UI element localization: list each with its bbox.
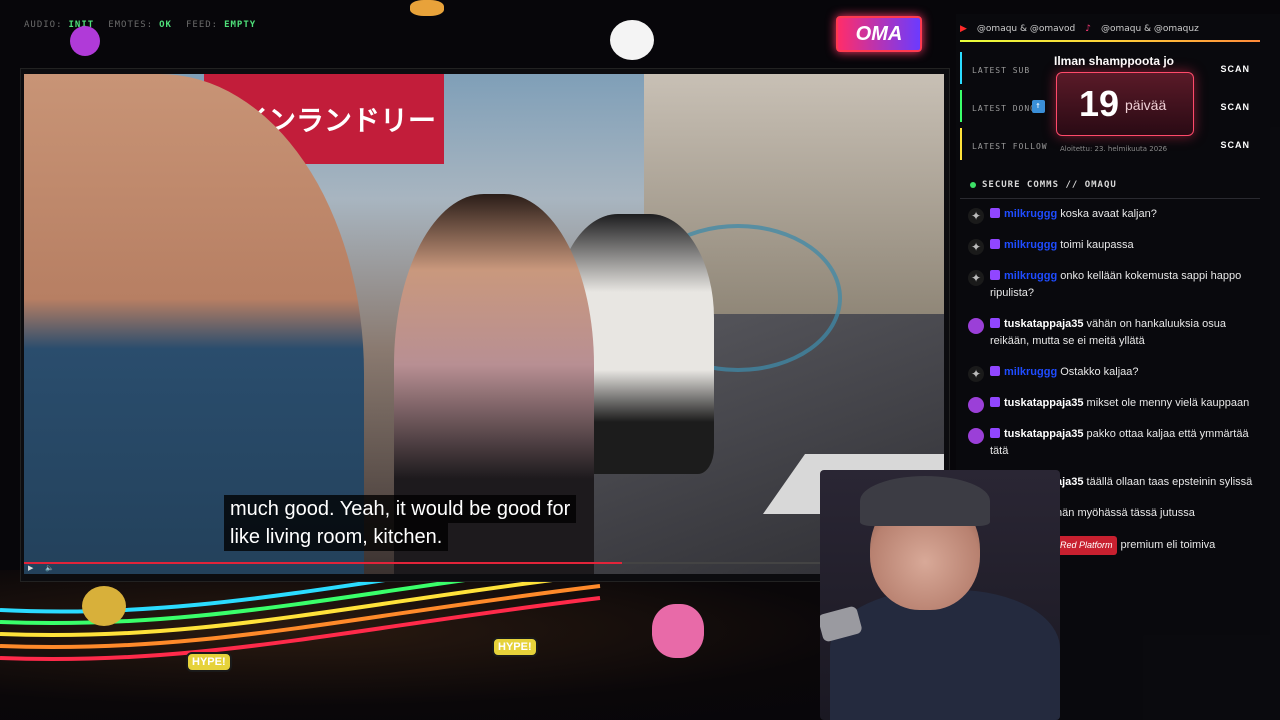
chat-message: ✦ milkruggg onko kellään kokemusta sappi … xyxy=(966,268,1256,302)
chat-text: Ostakko kaljaa? xyxy=(1060,366,1139,378)
subtitle-line-1: much good. Yeah, it would be good for xyxy=(224,495,577,523)
chat-message: tuskatappaja35 pakko ottaa kaljaa että y… xyxy=(966,426,1256,460)
star-avatar-icon: ✦ xyxy=(968,239,984,255)
video-controls: ▶ 🔈 xyxy=(24,562,944,574)
youtube-icon: ▶ xyxy=(960,24,967,34)
chat-username[interactable]: tuskatappaja35 xyxy=(1004,428,1083,440)
day-counter: 19 päivää xyxy=(1056,72,1194,136)
status-item-feed: FEED: EMPTY xyxy=(185,20,257,30)
twitch-badge-icon xyxy=(990,208,1000,218)
video-subtitles: much good. Yeah, it would be good for li… xyxy=(224,495,577,551)
latest-dono-accent xyxy=(960,90,962,122)
status-item-emotes: EMOTES: OK xyxy=(108,20,172,30)
latest-dono-label: LATEST DONO xyxy=(972,104,1036,113)
live-dot-icon xyxy=(970,182,976,188)
counter-number: 19 xyxy=(1079,83,1120,124)
chat-message: ✦ milkruggg Ostakko kaljaa? xyxy=(966,364,1256,382)
brand-logo: OMA xyxy=(836,16,922,52)
subtitle-line-2: like living room, kitchen. xyxy=(224,523,449,551)
volume-icon[interactable]: 🔈 xyxy=(45,564,54,572)
emote-pink-creature xyxy=(652,604,704,658)
chat-message: ✦ milkruggg toimi kaupassa xyxy=(966,237,1256,255)
emote-sunglasses xyxy=(82,586,126,626)
latest-follow-accent xyxy=(960,128,962,160)
chat-title: SECURE COMMS // OMAQU xyxy=(982,180,1117,190)
webcam-body xyxy=(830,590,1060,720)
chat-username[interactable]: milkruggg xyxy=(1004,239,1057,251)
video-seek-bar[interactable] xyxy=(24,562,944,564)
latest-follow-label: LATEST FOLLOW xyxy=(972,142,1048,151)
star-avatar-icon: ✦ xyxy=(968,270,984,286)
twitch-badge-icon xyxy=(990,270,1000,280)
chat-text: premium eli toimiva xyxy=(1120,539,1216,551)
latest-dono-value: SCAN xyxy=(1220,102,1250,112)
chat-platform-badge: Red Platform xyxy=(1056,536,1117,555)
emote-pixel-face xyxy=(410,0,444,16)
tiktok-icon: ♪ xyxy=(1085,24,1091,34)
play-icon[interactable]: ▶ xyxy=(28,564,33,572)
chat-username[interactable]: tuskatappaja35 xyxy=(1004,318,1083,330)
chat-header-divider xyxy=(960,198,1260,199)
chat-header: SECURE COMMS // OMAQU xyxy=(960,176,1260,199)
twitch-badge-icon xyxy=(990,366,1000,376)
chat-username[interactable]: tuskatappaja35 xyxy=(1004,397,1083,409)
ticker-item-tiktok: @omaqu & @omaquz xyxy=(1100,24,1199,34)
social-ticker: ▶ @omaqu & @omavod ♪ @omaqu & @omaquz xyxy=(960,20,1278,38)
ticker-divider xyxy=(960,40,1260,42)
star-avatar-icon: ✦ xyxy=(968,208,984,224)
user-avatar-icon xyxy=(968,318,984,334)
chat-message: tuskatappaja35 mikset ole menny vielä ka… xyxy=(966,395,1256,413)
chat-text: mikset ole menny vielä kauppaan xyxy=(1086,397,1250,409)
streamer-webcam xyxy=(820,470,1060,720)
emote-laughing xyxy=(610,20,654,60)
emote-hype-1: HYPE! xyxy=(186,652,232,672)
user-avatar-icon xyxy=(968,428,984,444)
latest-sub-label: LATEST SUB xyxy=(972,66,1031,75)
chat-message: tuskatappaja35 vähän on hankaluuksia osu… xyxy=(966,316,1256,350)
counter-title: Ilman shamppoota jo xyxy=(1054,54,1175,68)
chat-message: ✦ milkruggg koska avaat kaljan? xyxy=(966,206,1256,224)
chat-text: koska avaat kaljan? xyxy=(1060,208,1157,220)
chat-text: täällä ollaan taas epsteinin sylissä xyxy=(1086,476,1253,488)
latest-sub-accent xyxy=(960,52,962,84)
emote-avatar xyxy=(70,26,100,56)
star-avatar-icon: ✦ xyxy=(968,366,984,382)
user-avatar-icon xyxy=(968,397,984,413)
ticker-item-youtube: @omaqu & @omavod xyxy=(976,24,1076,34)
chat-username[interactable]: milkruggg xyxy=(1004,366,1057,378)
twitch-badge-icon xyxy=(990,397,1000,407)
chat-username[interactable]: milkruggg xyxy=(1004,208,1057,220)
chat-username[interactable]: milkruggg xyxy=(1004,270,1057,282)
arrow-up-icon: ↑ xyxy=(1032,100,1045,113)
latest-follow-value: SCAN xyxy=(1220,140,1250,150)
twitch-badge-icon xyxy=(990,318,1000,328)
emote-hype-2: HYPE! xyxy=(492,637,538,657)
video-seek-progress xyxy=(24,562,622,564)
counter-start-date: Aloitettu: 23. helmikuuta 2026 xyxy=(1060,145,1168,153)
twitch-badge-icon xyxy=(990,428,1000,438)
rainbow-streaks xyxy=(0,560,601,662)
overlay-status-bar: AUDIO: INIT EMOTES: OK FEED: EMPTY xyxy=(24,20,256,30)
webcam-headset xyxy=(860,476,990,526)
counter-unit: päivää xyxy=(1125,97,1167,113)
chat-text: toimi kaupassa xyxy=(1060,239,1134,251)
twitch-badge-icon xyxy=(990,239,1000,249)
latest-sub-value: SCAN xyxy=(1220,64,1250,74)
